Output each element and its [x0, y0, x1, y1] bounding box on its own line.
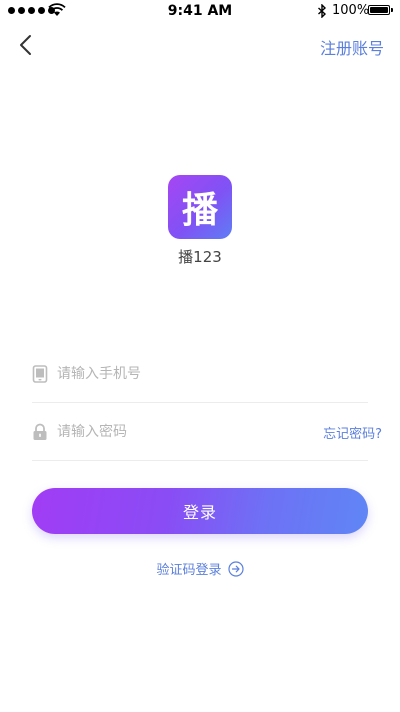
back-button[interactable]: [10, 30, 40, 60]
register-account-link[interactable]: 注册账号: [320, 35, 384, 59]
bluetooth-icon: [318, 4, 327, 18]
arrow-right-circle-icon: [227, 560, 244, 577]
lock-icon: [33, 423, 47, 440]
sms-login-label: 验证码登录: [156, 563, 222, 578]
phone-row: [32, 345, 368, 403]
sms-code-login-link[interactable]: 验证码登录: [0, 559, 400, 578]
battery-icon: [368, 5, 393, 15]
phone-icon: [32, 365, 48, 383]
phone-input[interactable]: [57, 361, 297, 387]
password-input[interactable]: [57, 419, 297, 445]
app-name: 播123: [178, 248, 222, 266]
chevron-left-icon: [20, 35, 31, 55]
app-logo: 播: [168, 175, 232, 239]
password-row: 忘记密码?: [32, 403, 382, 461]
login-button[interactable]: 登录: [32, 488, 368, 534]
battery-percent: 100%: [332, 3, 370, 18]
status-bar: 9:41 AM 100%: [0, 0, 400, 24]
forgot-password-link[interactable]: 忘记密码?: [323, 423, 382, 442]
